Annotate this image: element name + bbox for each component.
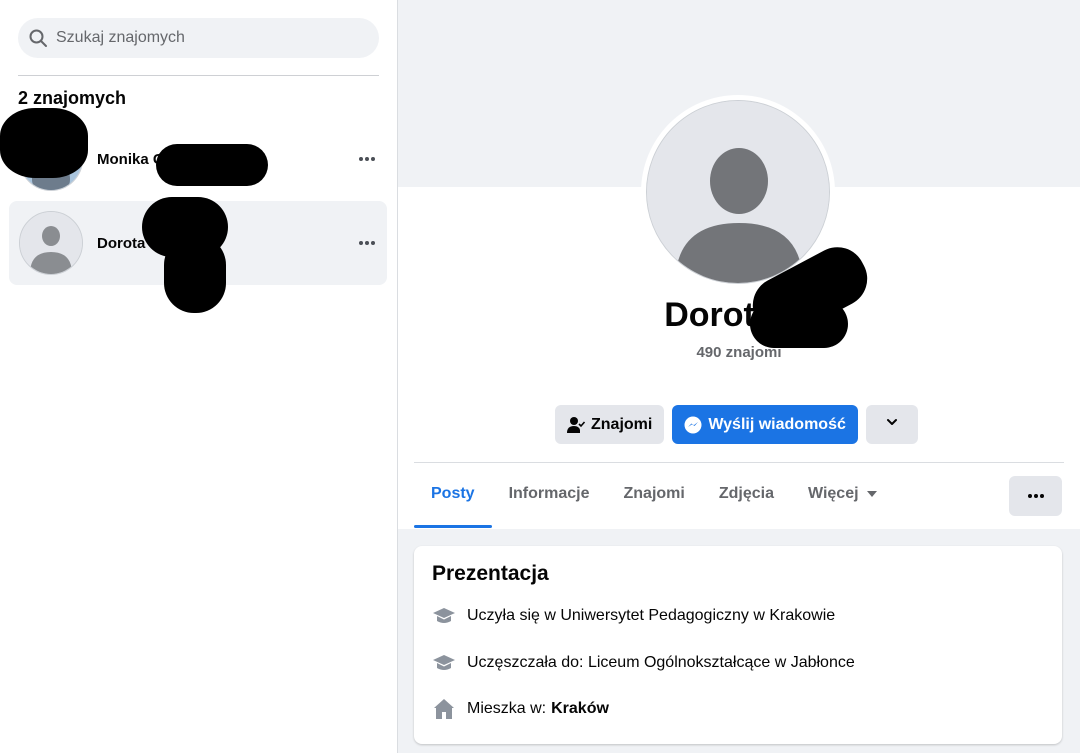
avatar — [19, 211, 83, 275]
more-horizontal-icon — [1027, 494, 1044, 498]
profile-area: Dorota 490 znajomi Znajomi Wyślij wiadom… — [398, 0, 1080, 753]
friend-name: Monika C — [97, 150, 164, 168]
friends-sidebar: 2 znajomych Monika C Dorota W — [0, 0, 398, 753]
tab-photos[interactable]: Zdjęcia — [702, 463, 791, 525]
messenger-icon — [684, 416, 702, 434]
friend-check-icon — [567, 416, 585, 434]
search-input[interactable] — [54, 28, 358, 48]
redaction-mark — [164, 235, 226, 313]
tab-posts[interactable]: Posty — [414, 463, 492, 528]
profile-name: Dorota — [664, 296, 774, 334]
search-icon — [28, 28, 48, 48]
intro-education-item: Uczyła się w Uniwersytet Pedagogiczny w … — [432, 604, 835, 628]
graduation-cap-icon — [432, 604, 456, 628]
default-avatar-icon — [647, 101, 829, 283]
more-horizontal-icon[interactable] — [357, 149, 377, 169]
redaction-mark — [0, 108, 88, 178]
profile-tabs: Posty Informacje Znajomi Zdjęcia Więcej — [414, 463, 894, 528]
tab-about[interactable]: Informacje — [492, 463, 607, 525]
redaction-mark — [750, 300, 848, 348]
intro-title: Prezentacja — [432, 562, 549, 585]
profile-dropdown-button[interactable] — [865, 405, 918, 444]
friends-button[interactable]: Znajomi — [555, 405, 665, 444]
graduation-cap-icon — [432, 651, 456, 675]
search-box[interactable] — [18, 18, 379, 58]
more-horizontal-icon[interactable] — [357, 233, 377, 253]
intro-card: Prezentacja Uczyła się w Uniwersytet Ped… — [414, 546, 1062, 744]
intro-location-item: Mieszka w: Kraków — [432, 697, 609, 721]
intro-education-item: Uczęszczała do: Liceum Ogólnokształcące … — [432, 651, 855, 675]
sidebar-divider — [18, 75, 379, 76]
redaction-mark — [156, 144, 268, 186]
more-options-button[interactable] — [1009, 476, 1062, 516]
friends-count: 2 znajomych — [18, 88, 127, 108]
tab-more[interactable]: Więcej — [791, 463, 894, 525]
tab-friends[interactable]: Znajomi — [607, 463, 702, 525]
home-icon — [432, 697, 456, 721]
caret-down-icon — [866, 491, 877, 497]
chevron-down-icon — [885, 415, 899, 434]
profile-actions: Znajomi Wyślij wiadomość — [555, 405, 918, 444]
send-message-button[interactable]: Wyślij wiadomość — [672, 405, 858, 444]
friends-total: 490 znajomi — [696, 344, 782, 361]
